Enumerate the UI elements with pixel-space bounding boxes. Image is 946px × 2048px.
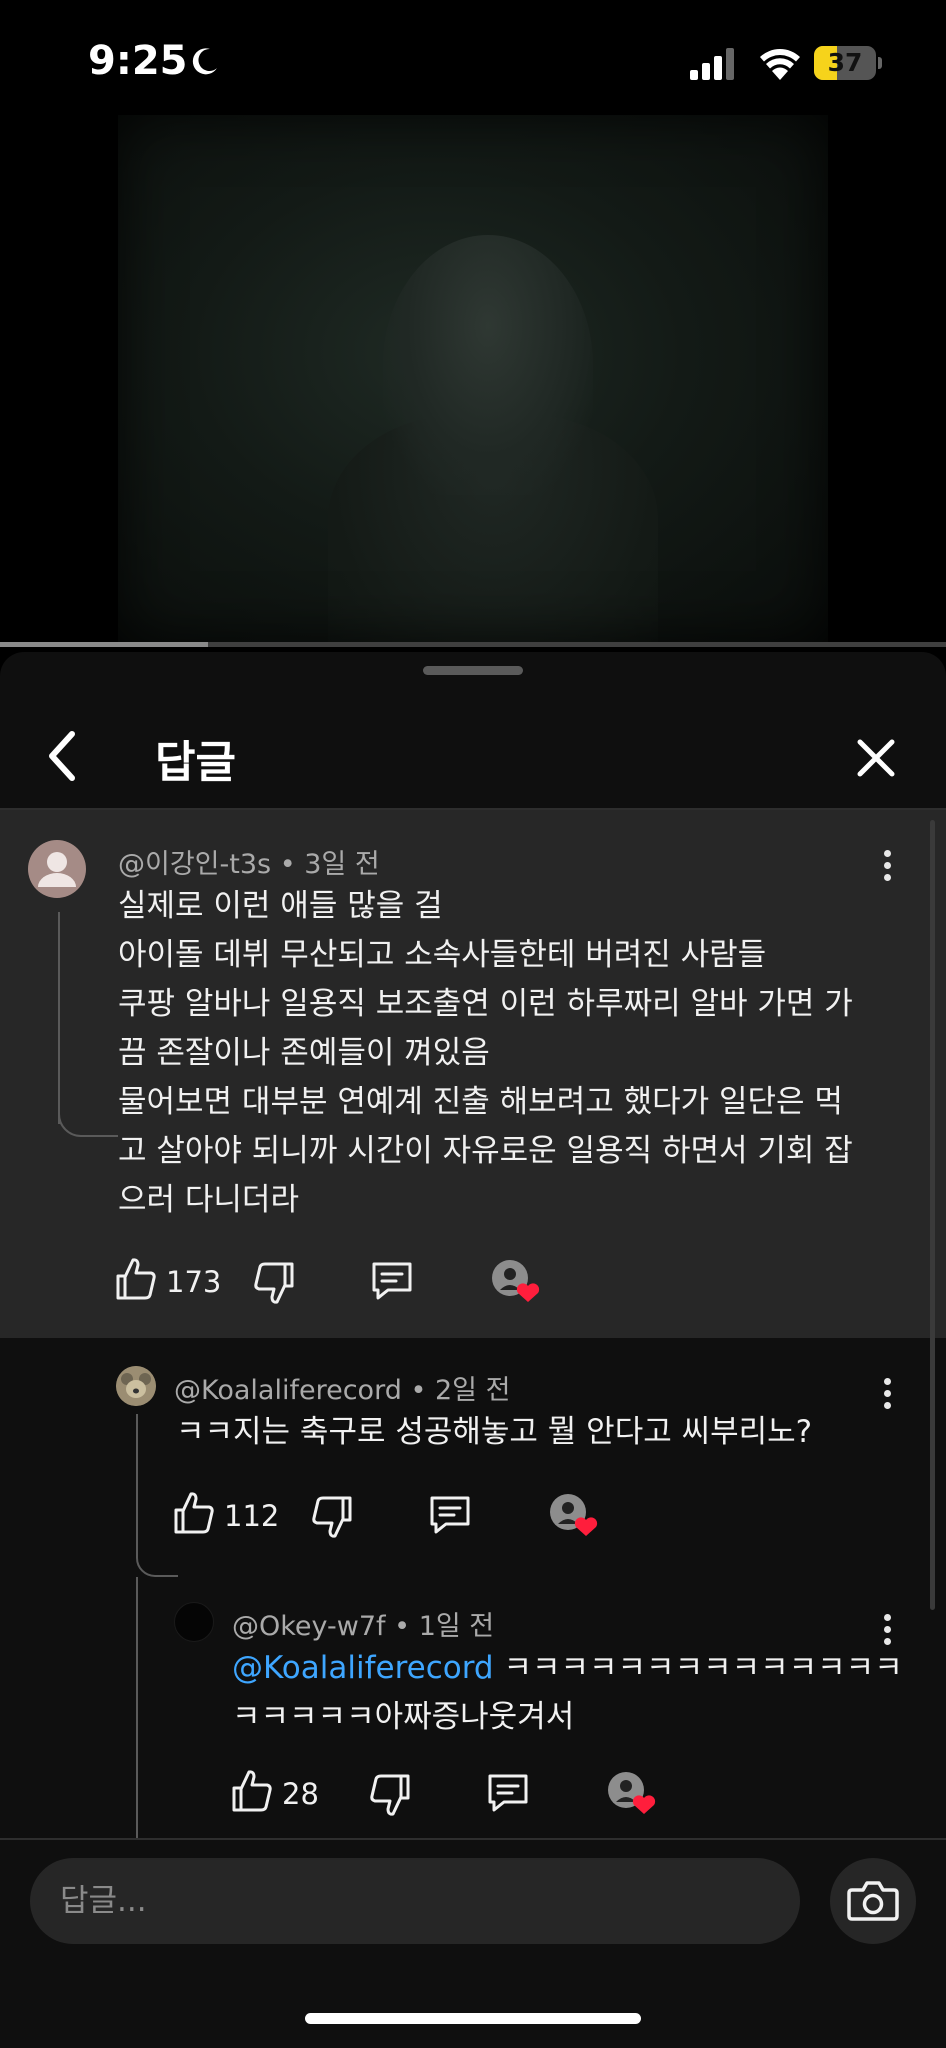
sheet-title: 답글 <box>155 737 236 788</box>
camera-button[interactable] <box>830 1858 916 1944</box>
reply-icon[interactable] <box>370 1258 414 1302</box>
like-count: 112 <box>224 1499 280 1533</box>
default-avatar-icon <box>38 852 76 887</box>
comment-author-line: @Koalaliferecord • 2일 전 <box>174 1375 511 1406</box>
thread-line <box>136 1577 138 1838</box>
input-divider <box>0 1838 946 1840</box>
creator-heart-icon <box>608 1772 656 1814</box>
comment-time: 3일 전 <box>304 849 380 880</box>
avatar[interactable] <box>28 840 86 898</box>
like-icon[interactable] <box>172 1490 216 1536</box>
comment-author[interactable]: @Koalaliferecord <box>174 1375 402 1406</box>
scrollbar[interactable] <box>930 820 935 1610</box>
close-icon[interactable] <box>852 734 900 782</box>
like-count: 28 <box>282 1777 319 1811</box>
comment-actions: 28 <box>230 1768 670 1818</box>
dislike-icon[interactable] <box>310 1494 354 1540</box>
comment-actions: 173 <box>114 1256 554 1306</box>
creator-heart-icon <box>492 1260 540 1302</box>
comment-time: 1일 전 <box>418 1611 495 1642</box>
like-icon[interactable] <box>114 1256 158 1302</box>
reply-icon[interactable] <box>428 1492 472 1536</box>
comment-author[interactable]: @이강인-t3s <box>118 849 271 880</box>
battery-level: 37 <box>827 48 863 77</box>
creator-heart-icon <box>550 1494 598 1536</box>
thread-line <box>136 1414 138 1554</box>
mention-link[interactable]: @Koalaliferecord <box>232 1650 494 1686</box>
comment-body: @Koalaliferecord ㅋㅋㅋㅋㅋㅋㅋㅋㅋㅋㅋㅋㅋㅋ ㅋㅋㅋㅋㅋ아짜증… <box>232 1650 903 1735</box>
like-icon[interactable] <box>230 1768 274 1814</box>
cellular-signal-icon <box>690 48 734 80</box>
thread-connector <box>136 1554 178 1577</box>
dislike-icon[interactable] <box>368 1772 412 1818</box>
avatar[interactable] <box>174 1602 214 1642</box>
comment-time: 2일 전 <box>434 1375 511 1406</box>
koala-avatar-icon <box>116 1366 156 1406</box>
sheet-drag-handle[interactable] <box>423 666 523 675</box>
reply-icon[interactable] <box>486 1770 530 1814</box>
wifi-icon <box>760 49 800 80</box>
comment-author-line: @이강인-t3s • 3일 전 <box>118 849 380 880</box>
home-indicator[interactable] <box>305 2013 641 2024</box>
more-options-icon[interactable] <box>872 846 902 886</box>
sheet-header: 답글 <box>0 682 946 808</box>
comment-author-line: @Okey-w7f • 1일 전 <box>232 1611 495 1642</box>
reply-input[interactable] <box>30 1858 800 1944</box>
video-progress-played <box>0 642 209 647</box>
camera-icon <box>847 1881 899 1921</box>
comment-actions: 112 <box>172 1490 612 1540</box>
moon-icon <box>192 48 217 75</box>
avatar[interactable] <box>116 1366 156 1406</box>
comment-body: 실제로 이런 애들 많을 걸 아이돌 데뷔 무산되고 소속사들한테 버려진 사람… <box>118 888 853 1218</box>
video-player[interactable] <box>118 115 828 643</box>
video-progress-bar[interactable] <box>0 642 946 647</box>
chevron-left-icon[interactable] <box>40 728 86 784</box>
comment-body: ㅋㅋ지는 축구로 성공해놓고 뭘 안다고 씨부리노? <box>176 1414 813 1450</box>
comment-author[interactable]: @Okey-w7f <box>232 1611 386 1642</box>
status-time: 9:25 <box>88 38 188 84</box>
thread-connector <box>58 1104 118 1137</box>
like-count: 173 <box>166 1265 222 1299</box>
battery-icon: 37 <box>814 46 882 80</box>
dislike-icon[interactable] <box>252 1260 296 1306</box>
status-bar: 9:25 37 <box>0 0 946 115</box>
thread-line <box>58 912 60 1122</box>
more-options-icon[interactable] <box>872 1374 902 1414</box>
